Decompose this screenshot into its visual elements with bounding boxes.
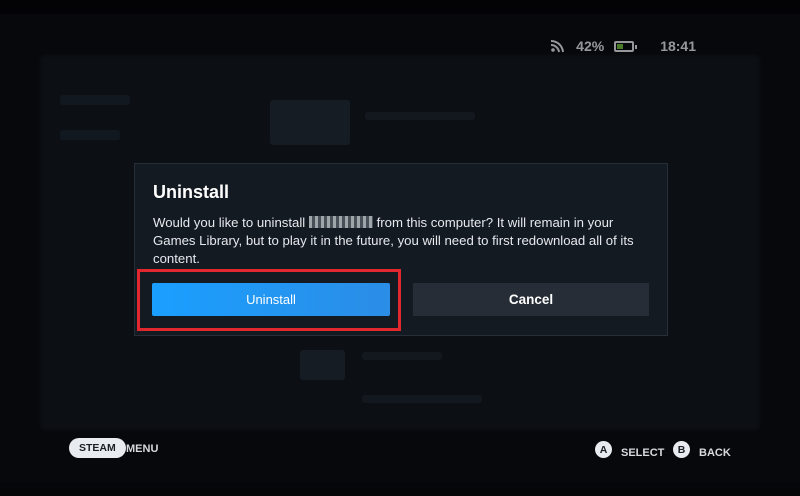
select-label: SELECT [621,447,665,459]
dialog-title: Uninstall [153,182,230,202]
steam-button[interactable]: STEAM [69,438,126,458]
dialog-message-start: Would you like to uninstall [153,215,309,230]
cancel-button[interactable]: Cancel [413,283,649,316]
menu-label: MENU [126,443,159,455]
footer-bar: STEAM MENU A SELECT B BACK [0,436,800,466]
device-bezel-bottom [0,482,800,496]
steam-deck-screen: 42% 18:41 Uninstall Would you like to un… [0,0,800,496]
a-button-icon[interactable]: A [595,441,612,458]
redacted-game-name [308,216,373,228]
back-label: BACK [699,447,731,459]
highlight-annotation-box [137,269,401,331]
b-button-icon[interactable]: B [673,441,690,458]
dialog-message: Would you like to uninstall from this co… [153,214,653,268]
